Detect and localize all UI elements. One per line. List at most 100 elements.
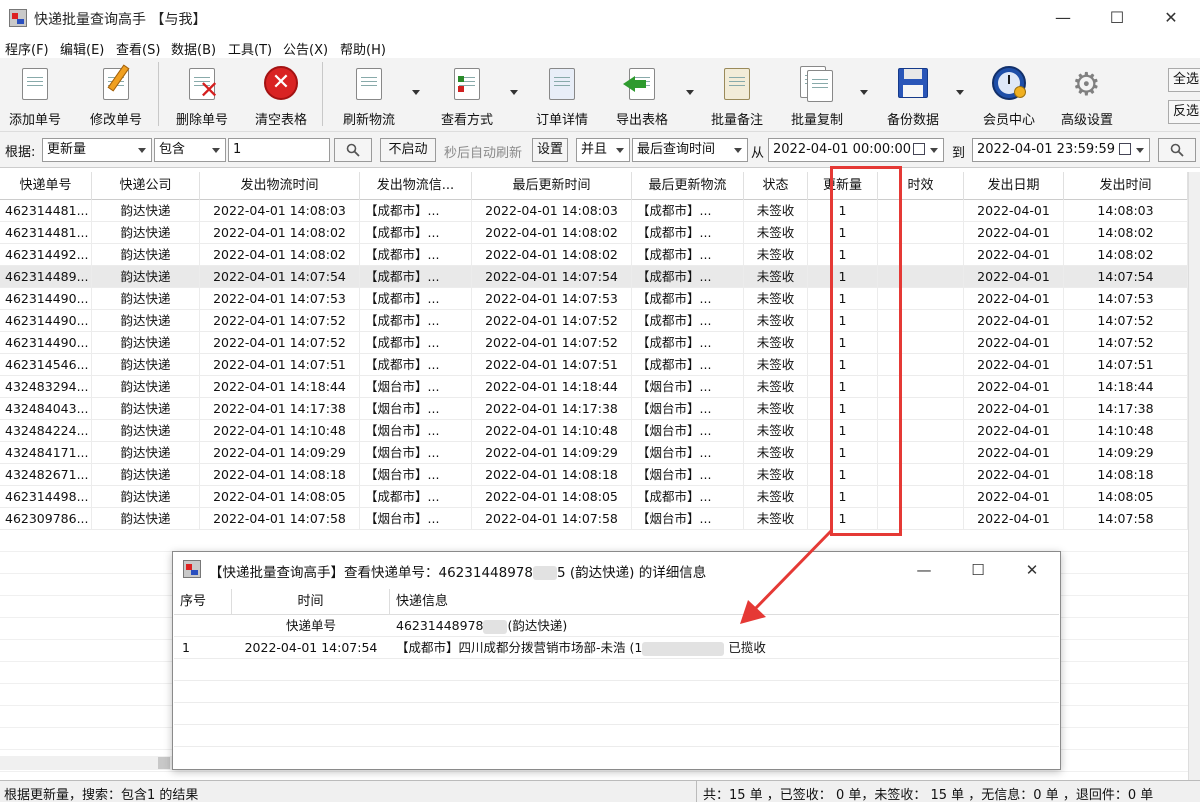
col-info[interactable]: 快递信息 <box>390 589 1059 615</box>
clock-user-icon <box>992 66 1026 102</box>
refresh-logistics-button[interactable]: 刷新物流 <box>334 64 404 128</box>
col-ship-info[interactable]: 发出物流信... <box>360 172 472 200</box>
cell-status: 未签收 <box>744 288 808 310</box>
col-time[interactable]: 时间 <box>232 589 390 615</box>
table-row[interactable]: 432482671... 韵达快递 2022-04-01 14:08:18 【烟台市】… <box>0 464 1188 486</box>
menu-help[interactable]: 帮助(H) <box>340 39 386 58</box>
cell-courier: 韵达快递 <box>92 244 200 266</box>
export-table-button[interactable]: 导出表格 <box>606 64 678 128</box>
cell-ship-clock: 14:07:54 <box>1064 266 1188 288</box>
cell-courier: 韵达快递 <box>92 376 200 398</box>
select-all-button[interactable]: 全选 <box>1168 68 1200 92</box>
table-row[interactable]: 432484043... 韵达快递 2022-04-01 14:17:38 【烟台市】… <box>0 398 1188 420</box>
to-datetime-picker[interactable]: 2022-04-01 23:59:59 <box>972 138 1150 162</box>
cell-ship-date: 2022-04-01 <box>964 508 1064 530</box>
search-button[interactable] <box>334 138 372 162</box>
vertical-scrollbar[interactable] <box>1188 172 1200 782</box>
cell-last-update-time: 2022-04-01 14:07:52 <box>472 332 632 354</box>
order-detail-button[interactable]: 订单详情 <box>528 64 596 128</box>
refresh-dropdown-icon[interactable] <box>412 90 420 95</box>
dialog-close-button[interactable]: ✕ <box>1005 552 1059 588</box>
table-row[interactable]: 462314481... 韵达快递 2022-04-01 14:08:03 【成都市】… <box>0 200 1188 222</box>
dialog-maximize-button[interactable]: ☐ <box>951 552 1005 588</box>
settings-button[interactable]: 设置 <box>532 138 568 162</box>
col-ship-date[interactable]: 发出日期 <box>964 172 1064 200</box>
time-field-select[interactable]: 最后查询时间 <box>632 138 748 162</box>
logic-select[interactable]: 并且 <box>576 138 630 162</box>
table-row[interactable]: 462314490... 韵达快递 2022-04-01 14:07:52 【成都市】… <box>0 310 1188 332</box>
order-detail-icon <box>545 66 579 102</box>
maximize-button[interactable]: ☐ <box>1090 0 1144 36</box>
minimize-button[interactable]: — <box>1036 0 1090 36</box>
table-row[interactable]: 432484224... 韵达快递 2022-04-01 14:10:48 【烟台市】… <box>0 420 1188 442</box>
member-center-button[interactable]: 会员中心 <box>974 64 1044 128</box>
cell-last-update-info: 【烟台市】... <box>632 376 744 398</box>
col-index[interactable]: 序号 <box>174 589 232 615</box>
table-row[interactable]: 462314492... 韵达快递 2022-04-01 14:08:02 【成都市】… <box>0 244 1188 266</box>
col-ship-time[interactable]: 发出物流时间 <box>200 172 360 200</box>
view-mode-dropdown-icon[interactable] <box>510 90 518 95</box>
date-search-button[interactable] <box>1158 138 1196 162</box>
col-last-update-info[interactable]: 最后更新物流 <box>632 172 744 200</box>
menu-bar: 程序(F) 编辑(E) 查看(S) 数据(B) 工具(T) 公告(X) 帮助(H… <box>0 36 1200 58</box>
scrollbar-thumb[interactable] <box>158 757 170 769</box>
menu-notice[interactable]: 公告(X) <box>283 39 328 58</box>
invert-selection-button[interactable]: 反选 <box>1168 100 1200 124</box>
detail-row[interactable]: 1 2022-04-01 14:07:54 【成都市】四川成都分拨营销市场部-未… <box>174 637 1059 659</box>
batch-copy-button[interactable]: 批量复制 <box>782 64 852 128</box>
table-row[interactable]: 462314546... 韵达快递 2022-04-01 14:07:51 【成都市】… <box>0 354 1188 376</box>
cell-last-update-time: 2022-04-01 14:07:53 <box>472 288 632 310</box>
search-value-input[interactable]: 1 <box>228 138 330 162</box>
edit-number-button[interactable]: 修改单号 <box>82 64 150 128</box>
table-row[interactable]: 462314490... 韵达快递 2022-04-01 14:07:53 【成都市】… <box>0 288 1188 310</box>
cell-ship-info: 【成都市】... <box>360 486 472 508</box>
cell-status: 未签收 <box>744 420 808 442</box>
from-datetime-picker[interactable]: 2022-04-01 00:00:00 <box>768 138 944 162</box>
cell-status: 未签收 <box>744 442 808 464</box>
col-ship-clock[interactable]: 发出时间 <box>1064 172 1188 200</box>
autorefresh-toggle-button[interactable]: 不启动 <box>380 138 436 162</box>
menu-program[interactable]: 程序(F) <box>5 39 49 58</box>
field-select[interactable]: 更新量 <box>42 138 152 162</box>
chevron-down-icon <box>930 148 938 153</box>
redacted-mask <box>483 619 508 634</box>
table-row[interactable]: 462314498... 韵达快递 2022-04-01 14:08:05 【成都市】… <box>0 486 1188 508</box>
backup-data-button[interactable]: 备份数据 <box>878 64 948 128</box>
clear-table-button[interactable]: ✕ 清空表格 <box>246 64 316 128</box>
view-mode-button[interactable]: 查看方式 <box>432 64 502 128</box>
toolbar: 添加单号 修改单号 ✕ 删除单号 ✕ 清空表格 刷新物流 查看方式 订单详情 导… <box>0 58 1200 132</box>
cell-ship-time: 2022-04-01 14:10:48 <box>200 420 360 442</box>
menu-tools[interactable]: 工具(T) <box>228 39 272 58</box>
copy-dropdown-icon[interactable] <box>860 90 868 95</box>
cell-last-update-info: 【成都市】... <box>632 332 744 354</box>
menu-view[interactable]: 查看(S) <box>116 39 160 58</box>
col-courier[interactable]: 快递公司 <box>92 172 200 200</box>
table-row[interactable]: 462314481... 韵达快递 2022-04-01 14:08:02 【成都市】… <box>0 222 1188 244</box>
advanced-settings-button[interactable]: ⚙ 高级设置 <box>1052 64 1122 128</box>
menu-data[interactable]: 数据(B) <box>171 39 216 58</box>
col-last-update-time[interactable]: 最后更新时间 <box>472 172 632 200</box>
operator-select[interactable]: 包含 <box>154 138 226 162</box>
export-dropdown-icon[interactable] <box>686 90 694 95</box>
close-button[interactable]: ✕ <box>1144 0 1198 36</box>
menu-edit[interactable]: 编辑(E) <box>60 39 104 58</box>
empty-row <box>0 530 1188 552</box>
table-row[interactable]: 432484171... 韵达快递 2022-04-01 14:09:29 【烟台市】… <box>0 442 1188 464</box>
add-number-button[interactable]: 添加单号 <box>2 64 68 128</box>
col-tracking-number[interactable]: 快递单号 <box>0 172 92 200</box>
cell-tracking-number: 462314490... <box>0 332 92 354</box>
col-status[interactable]: 状态 <box>744 172 808 200</box>
table-row[interactable]: 462309786... 韵达快递 2022-04-01 14:07:58 【烟台市】… <box>0 508 1188 530</box>
table-row[interactable]: 432483294... 韵达快递 2022-04-01 14:18:44 【烟台市】… <box>0 376 1188 398</box>
dialog-minimize-button[interactable]: — <box>897 552 951 588</box>
backup-dropdown-icon[interactable] <box>956 90 964 95</box>
delete-doc-icon: ✕ <box>185 66 219 102</box>
cell-ship-info: 【成都市】... <box>360 332 472 354</box>
table-row[interactable]: 462314490... 韵达快递 2022-04-01 14:07:52 【成都市】… <box>0 332 1188 354</box>
cell-last-update-time: 2022-04-01 14:08:02 <box>472 222 632 244</box>
batch-note-button[interactable]: 批量备注 <box>702 64 772 128</box>
delete-number-button[interactable]: ✕ 删除单号 <box>168 64 236 128</box>
horizontal-scrollbar[interactable] <box>0 756 172 770</box>
table-row[interactable]: 462314489... 韵达快递 2022-04-01 14:07:54 【成都市】… <box>0 266 1188 288</box>
cell-ship-info: 【成都市】... <box>360 200 472 222</box>
